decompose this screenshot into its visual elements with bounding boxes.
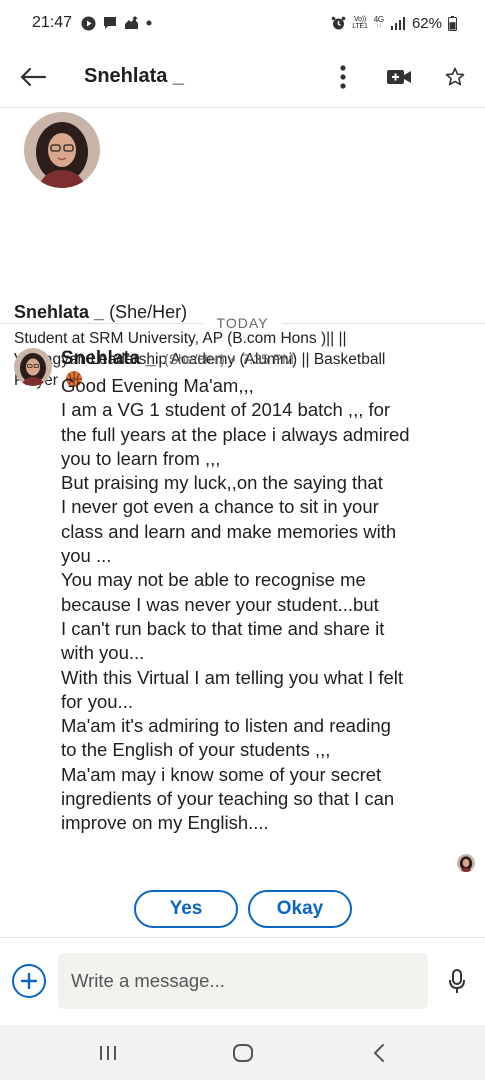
star-button[interactable] bbox=[427, 49, 483, 105]
message-header: Snehlata _ (She/Her) • 7:35 PM bbox=[61, 348, 294, 370]
divider-line bbox=[0, 322, 203, 324]
date-divider: TODAY bbox=[0, 312, 485, 334]
home-icon bbox=[233, 1044, 253, 1062]
network-type-label: 4G bbox=[373, 15, 384, 24]
video-call-button[interactable] bbox=[371, 49, 427, 105]
quick-reply-yes-button[interactable]: Yes bbox=[134, 890, 238, 928]
separator-dot: • bbox=[230, 351, 236, 367]
message-line: you ... bbox=[61, 545, 112, 567]
message-composer bbox=[0, 937, 485, 1025]
alarm-icon bbox=[331, 16, 346, 31]
message-line: to the English of your students ,,, bbox=[61, 739, 331, 761]
media-play-icon bbox=[81, 16, 96, 31]
message-line: the full years at the place i always adm… bbox=[61, 423, 410, 445]
plus-icon bbox=[20, 972, 38, 990]
more-vertical-icon bbox=[340, 64, 346, 89]
message-line: Good Evening Ma'am,,, bbox=[61, 375, 254, 396]
volte-top-label: Vo)) bbox=[353, 16, 366, 23]
back-icon bbox=[374, 1044, 384, 1062]
signal-icon bbox=[390, 16, 406, 30]
message-line: Ma'am may i know some of your secret bbox=[61, 763, 382, 785]
volte-icon: Vo)) LTE1 bbox=[352, 16, 368, 30]
message-line: You may not be able to recognise me bbox=[61, 569, 366, 591]
quick-reply-okay-button[interactable]: Okay bbox=[248, 890, 352, 928]
message-line: for you... bbox=[61, 690, 133, 712]
system-nav-bar bbox=[0, 1025, 485, 1080]
message-time: 7:35 PM bbox=[241, 351, 294, 367]
seen-receipt-avatar bbox=[457, 854, 475, 872]
voice-message-button[interactable] bbox=[442, 966, 472, 998]
message-sender[interactable]: Snehlata _ bbox=[61, 348, 156, 370]
more-notifications-icon bbox=[146, 20, 152, 26]
date-divider-label: TODAY bbox=[216, 315, 269, 331]
back-button[interactable] bbox=[2, 46, 64, 108]
message-line: I am a VG 1 student of 2014 batch ,,, fo… bbox=[61, 399, 391, 421]
more-options-button[interactable] bbox=[315, 49, 371, 105]
message-line: With this Virtual I am telling you what … bbox=[61, 666, 404, 688]
status-time: 21:47 bbox=[32, 14, 73, 31]
message-body: Good Evening Ma'am,,, I am a VG 1 studen… bbox=[61, 374, 471, 836]
header-title[interactable]: Snehlata _ bbox=[84, 65, 184, 88]
message-input[interactable] bbox=[58, 953, 428, 1009]
battery-icon bbox=[448, 15, 457, 31]
message-line: you to learn from ,,, bbox=[61, 447, 221, 469]
arrow-left-icon bbox=[20, 67, 47, 86]
attach-button[interactable] bbox=[12, 964, 46, 998]
message-line: I never got even a chance to sit in your bbox=[61, 496, 379, 518]
chat-notification-icon bbox=[103, 16, 117, 30]
status-bar: 21:47 Vo)) LTE1 4G ↑↓ 62% bbox=[0, 0, 485, 46]
sender-avatar[interactable] bbox=[14, 348, 52, 386]
message-line: because I was never your student...but bbox=[61, 593, 379, 615]
upload-notification-icon bbox=[124, 16, 139, 30]
recent-apps-icon bbox=[100, 1046, 116, 1060]
message-line: But praising my luck,,on the saying that bbox=[61, 472, 383, 494]
message-line: ingredients of your teaching so that I c… bbox=[61, 788, 395, 810]
recent-apps-button[interactable] bbox=[86, 1037, 130, 1069]
message-line: with you... bbox=[61, 642, 145, 664]
message-line: improve on my English.... bbox=[61, 812, 269, 834]
message-line: I can't run back to that time and share … bbox=[61, 617, 385, 639]
microphone-icon bbox=[449, 969, 465, 993]
divider-line bbox=[282, 322, 485, 324]
home-button[interactable] bbox=[221, 1037, 265, 1069]
message-pronouns: (She/Her) bbox=[164, 351, 225, 367]
video-call-icon bbox=[387, 69, 411, 84]
message-line: Ma'am it's admiring to listen and readin… bbox=[61, 715, 391, 737]
quick-replies: Yes Okay bbox=[134, 890, 352, 928]
battery-percent: 62% bbox=[411, 14, 442, 32]
star-icon bbox=[445, 67, 465, 85]
network-type-icon: 4G ↑↓ bbox=[373, 15, 384, 30]
conversation-header: Snehlata _ bbox=[0, 46, 485, 108]
volte-bottom-label: LTE1 bbox=[352, 23, 368, 30]
profile-avatar[interactable] bbox=[24, 112, 100, 188]
message-line: class and learn and make memories with bbox=[61, 520, 397, 542]
system-back-button[interactable] bbox=[357, 1037, 401, 1069]
